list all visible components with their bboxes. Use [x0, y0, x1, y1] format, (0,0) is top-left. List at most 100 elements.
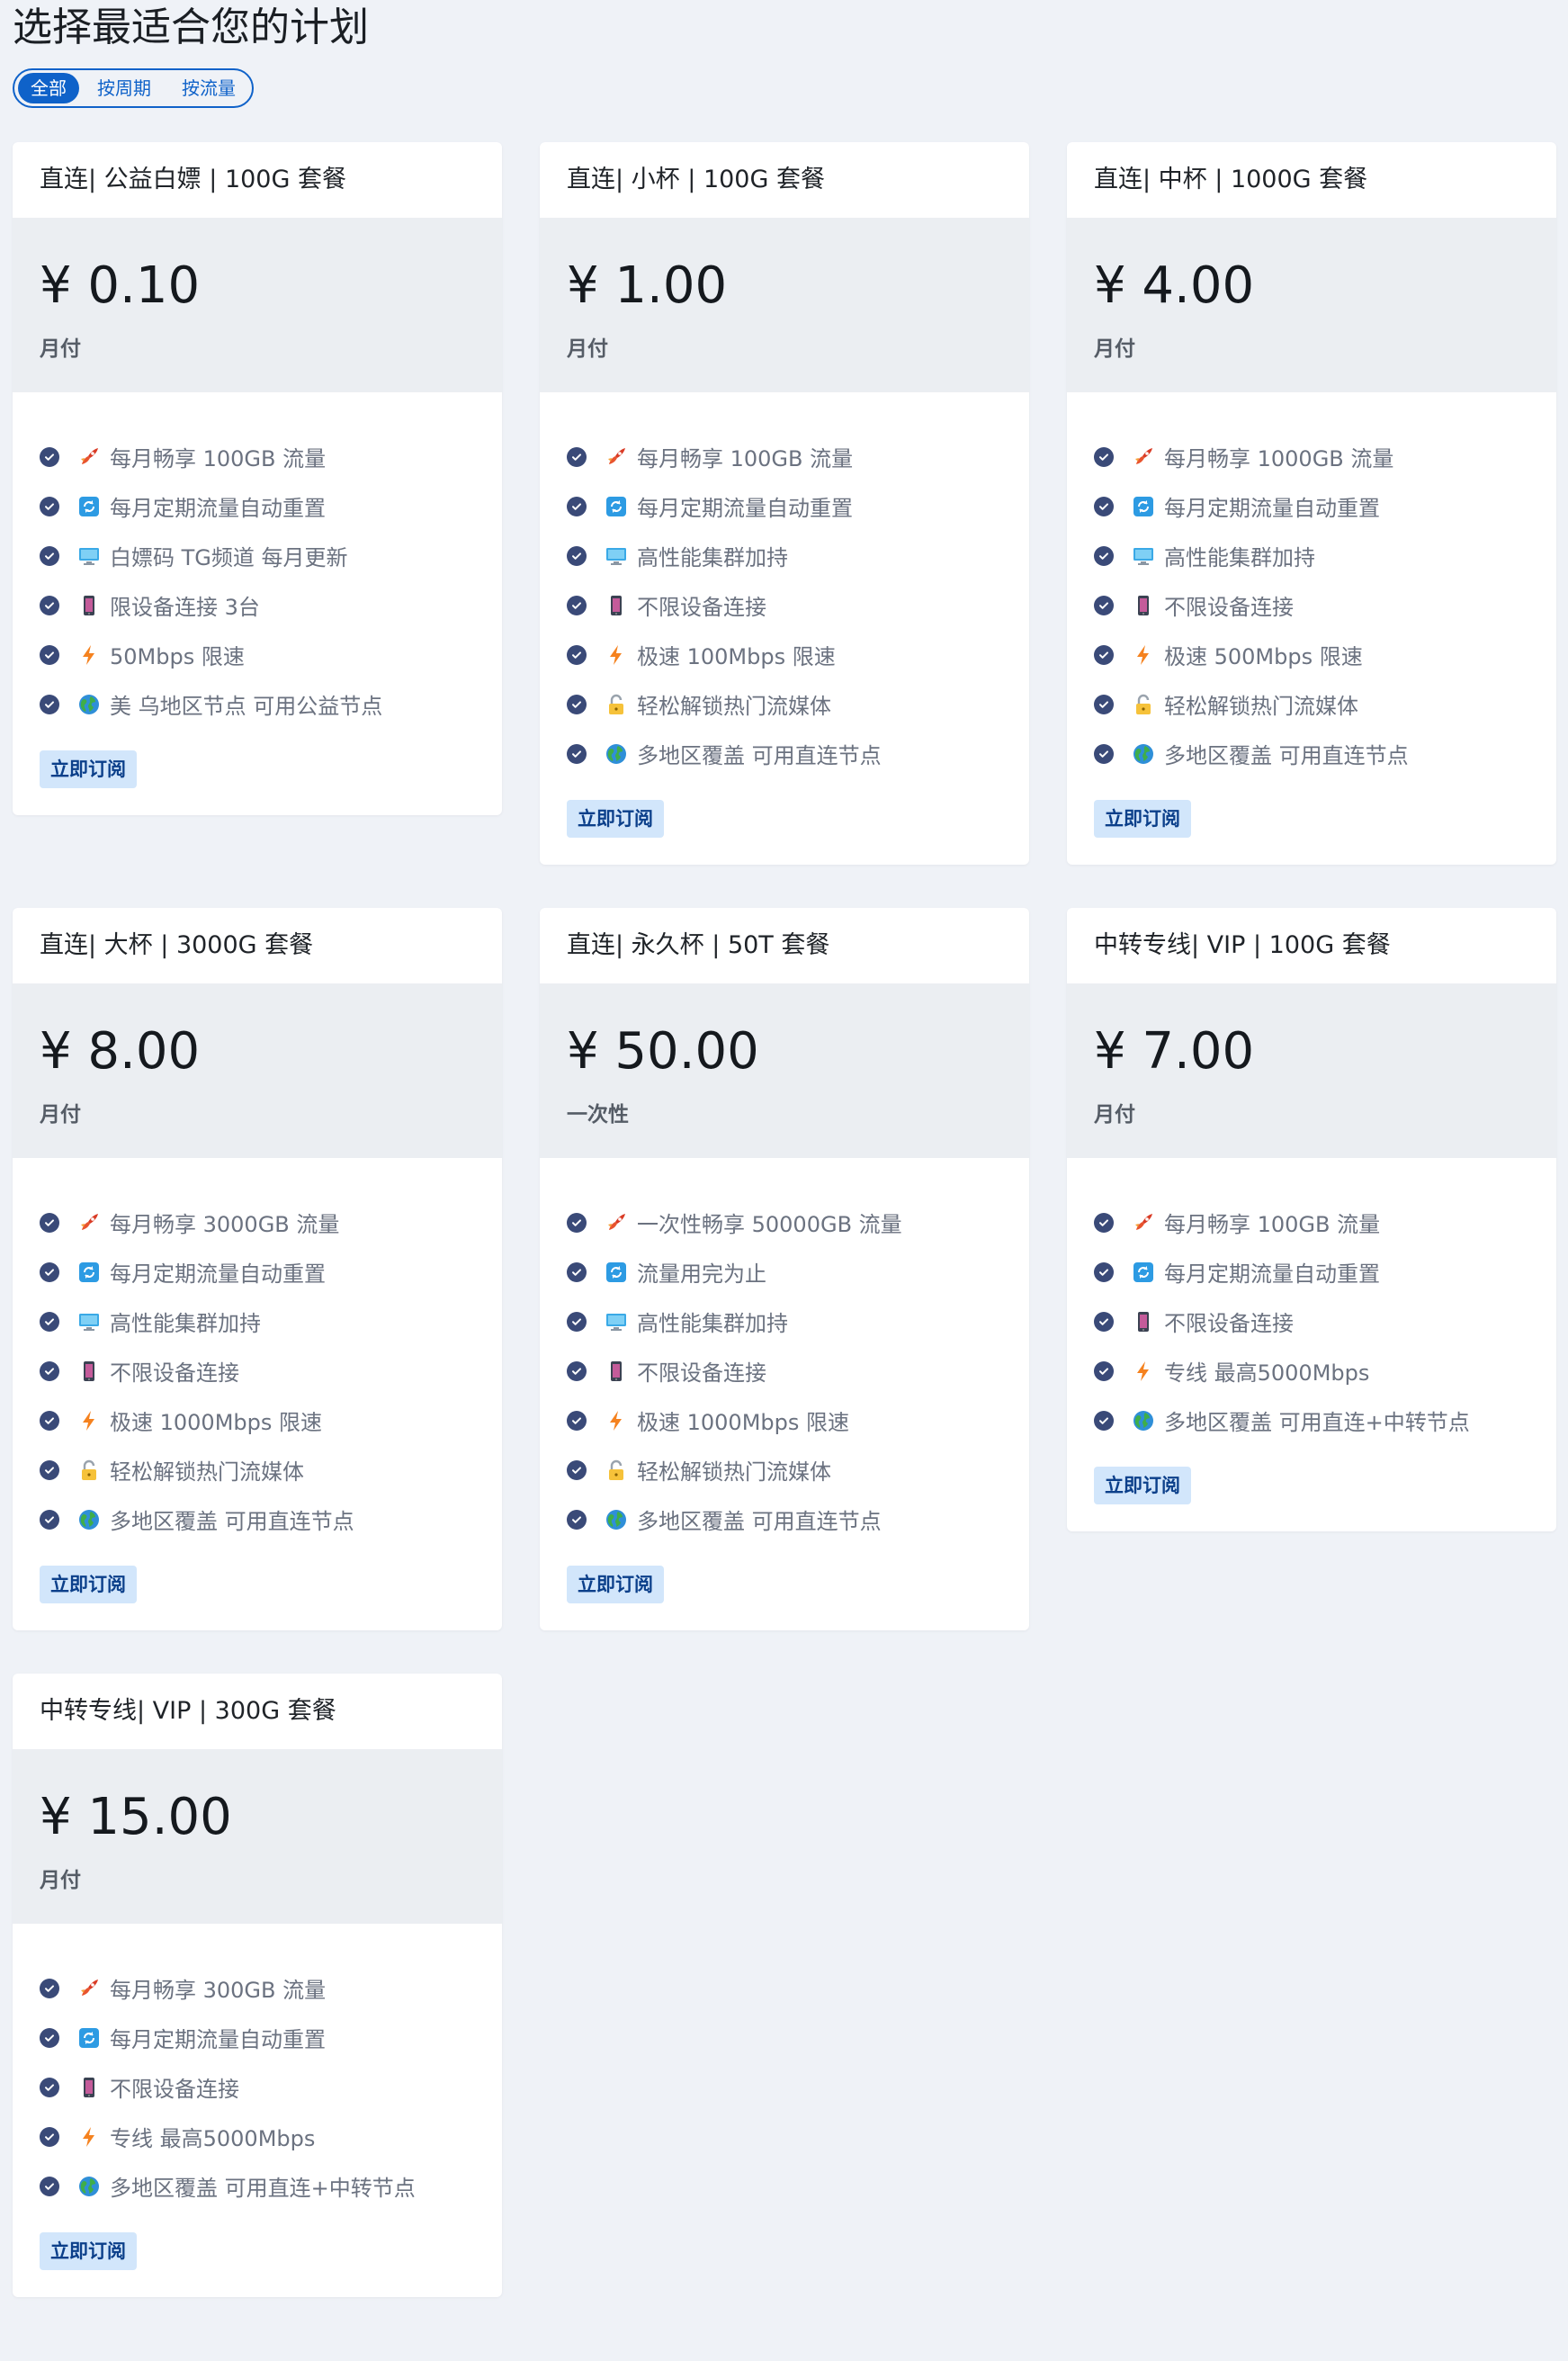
check-circle-icon [567, 694, 587, 714]
tab-all[interactable]: 全部 [18, 73, 79, 103]
refresh-icon [77, 2026, 101, 2050]
tab-by-traffic[interactable]: 按流量 [169, 73, 248, 103]
rocket-icon [605, 445, 628, 469]
subscribe-button[interactable]: 立即订阅 [1094, 800, 1191, 838]
feature-item: 轻松解锁热门流媒体 [567, 679, 1029, 729]
feature-list: 每月畅享 3000GB 流量 每月定期流量自动重置 高性能集群加持 不限设备连接 极速 … [13, 1158, 502, 1544]
refresh-icon [1132, 1261, 1155, 1284]
plan-price: ¥ 0.10 [40, 256, 201, 315]
check-circle-icon [40, 2077, 59, 2097]
check-circle-icon [567, 743, 587, 764]
check-circle-icon [40, 2176, 59, 2196]
feature-text: 多地区覆盖 可用直连节点 [110, 1509, 354, 1534]
feature-text: 轻松解锁热门流媒体 [637, 694, 831, 719]
feature-item: 每月定期流量自动重置 [1094, 481, 1556, 531]
check-circle-icon [40, 446, 59, 467]
refresh-icon [1132, 495, 1155, 518]
plan-title: 中转专线| VIP | 100G 套餐 [1094, 931, 1391, 959]
feature-item: 每月畅享 100GB 流量 [567, 432, 1029, 481]
phone-icon [605, 594, 628, 617]
feature-item: 不限设备连接 [40, 1346, 502, 1396]
check-circle-icon [40, 694, 59, 714]
price-box: ¥ 8.00 月付 [13, 983, 502, 1158]
subscribe-button[interactable]: 立即订阅 [40, 750, 137, 788]
rocket-icon [1132, 445, 1155, 469]
price-box: ¥ 15.00 月付 [13, 1749, 502, 1924]
feature-item: 美 乌地区节点 可用公益节点 [40, 679, 502, 729]
feature-text: 每月定期流量自动重置 [1164, 496, 1380, 521]
price-box: ¥ 1.00 月付 [540, 218, 1029, 392]
feature-text: 每月畅享 300GB 流量 [110, 1978, 327, 2003]
feature-item: 高性能集群加持 [1094, 531, 1556, 580]
rocket-icon [605, 1211, 628, 1234]
feature-item: 多地区覆盖 可用直连+中转节点 [40, 2161, 502, 2211]
feature-item: 每月畅享 100GB 流量 [1094, 1198, 1556, 1247]
monitor-icon [77, 544, 101, 568]
feature-item: 不限设备连接 [40, 2062, 502, 2112]
feature-item: 每月定期流量自动重置 [567, 481, 1029, 531]
plan-price: ¥ 1.00 [567, 256, 728, 315]
feature-item: 50Mbps 限速 [40, 630, 502, 679]
feature-text: 多地区覆盖 可用直连节点 [1164, 743, 1409, 768]
feature-item: 多地区覆盖 可用直连节点 [1094, 729, 1556, 778]
unlock-icon [605, 693, 628, 716]
plan-period: 月付 [40, 337, 81, 361]
plan-grid: 直连| 公益白嫖 | 100G 套餐 ¥ 0.10 月付 每月畅享 100GB 流量每… [13, 142, 1556, 2297]
subscribe-button[interactable]: 立即订阅 [567, 1566, 664, 1603]
plan-period: 一次性 [567, 1103, 629, 1127]
plan-card: 直连| 小杯 | 100G 套餐 ¥ 1.00 月付每月畅享 100GB 流量 每月定… [540, 142, 1029, 865]
globe-icon [77, 2175, 101, 2198]
feature-item: 多地区覆盖 可用直连节点 [567, 1495, 1029, 1544]
lightning-icon [605, 643, 628, 667]
feature-text: 不限设备连接 [637, 1360, 766, 1386]
plan-card: 直连| 大杯 | 3000G 套餐 ¥ 8.00 月付 每月畅享 3000GB 流量每… [13, 908, 502, 1630]
feature-text: 每月定期流量自动重置 [110, 2027, 326, 2052]
check-circle-icon [1094, 1360, 1114, 1381]
monitor-icon [1132, 544, 1155, 568]
subscribe-button[interactable]: 立即订阅 [567, 800, 664, 838]
feature-item: 多地区覆盖 可用直连节点 [40, 1495, 502, 1544]
monitor-icon [605, 1310, 628, 1333]
rocket-icon [77, 1977, 101, 2000]
price-box: ¥ 4.00 月付 [1067, 218, 1556, 392]
subscribe-button[interactable]: 立即订阅 [40, 1566, 137, 1603]
feature-text: 多地区覆盖 可用直连节点 [637, 743, 882, 768]
plan-period: 月付 [40, 1869, 81, 1892]
feature-item: 极速 1000Mbps 限速 [567, 1396, 1029, 1445]
feature-list: 每月畅享 1000GB 流量 每月定期流量自动重置 高性能集群加持 不限设备连接 极速 … [1067, 392, 1556, 778]
feature-text: 多地区覆盖 可用直连+中转节点 [1164, 1410, 1470, 1435]
feature-text: 高性能集群加持 [1164, 545, 1315, 570]
feature-text: 每月畅享 3000GB 流量 [110, 1212, 340, 1237]
filter-tabs: 全部 按周期 按流量 [13, 68, 254, 108]
feature-item: 每月畅享 300GB 流量 [40, 1963, 502, 2013]
globe-icon [1132, 1409, 1155, 1432]
feature-item: 每月畅享 1000GB 流量 [1094, 432, 1556, 481]
feature-list: 一次性畅享 50000GB 流量 流量用完为止 高性能集群加持 不限设备连接 极速 10… [540, 1158, 1029, 1544]
check-circle-icon [567, 446, 587, 467]
check-circle-icon [1094, 694, 1114, 714]
rocket-icon [77, 1211, 101, 1234]
feature-text: 轻松解锁热门流媒体 [1164, 694, 1358, 719]
feature-text: 专线 最高5000Mbps [110, 2126, 316, 2151]
feature-item: 不限设备连接 [567, 580, 1029, 630]
check-circle-icon [1094, 1410, 1114, 1431]
plan-price: ¥ 15.00 [40, 1788, 232, 1846]
lightning-icon [77, 2125, 101, 2149]
subscribe-button[interactable]: 立即订阅 [40, 2232, 137, 2270]
plan-period: 月付 [40, 1103, 81, 1127]
feature-item: 轻松解锁热门流媒体 [1094, 679, 1556, 729]
tab-by-period[interactable]: 按周期 [85, 73, 164, 103]
feature-text: 每月定期流量自动重置 [110, 1261, 326, 1287]
feature-text: 美 乌地区节点 可用公益节点 [110, 694, 383, 719]
phone-icon [1132, 594, 1155, 617]
check-circle-icon [40, 1410, 59, 1431]
check-circle-icon [40, 1360, 59, 1381]
feature-text: 每月定期流量自动重置 [1164, 1261, 1380, 1287]
subscribe-button[interactable]: 立即订阅 [1094, 1467, 1191, 1504]
plan-title: 中转专线| VIP | 300G 套餐 [40, 1697, 336, 1725]
feature-text: 不限设备连接 [1164, 595, 1294, 620]
check-circle-icon [567, 545, 587, 566]
plan-title: 直连| 小杯 | 100G 套餐 [567, 166, 825, 193]
check-circle-icon [40, 595, 59, 615]
feature-text: 多地区覆盖 可用直连+中转节点 [110, 2176, 416, 2201]
